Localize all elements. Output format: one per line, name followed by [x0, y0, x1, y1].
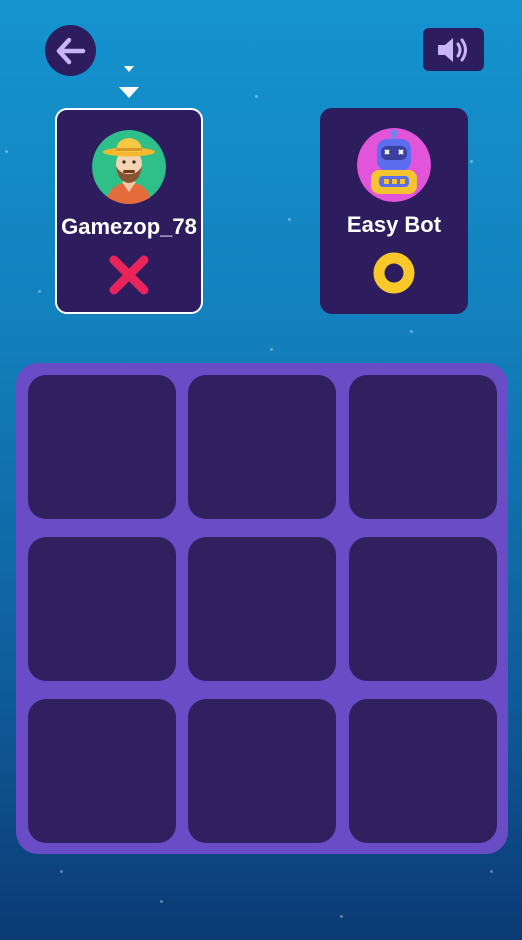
x-mark-icon [106, 252, 152, 298]
player-name: Gamezop_78 [61, 214, 197, 239]
board-cell-r2c1[interactable] [28, 537, 176, 681]
game-board [16, 363, 508, 854]
board-cell-r2c3[interactable] [349, 537, 497, 681]
o-ring-icon [371, 250, 417, 296]
sound-toggle-button[interactable] [423, 28, 484, 71]
player-card-easy-bot: Easy Bot [320, 108, 468, 314]
arrow-left-icon [56, 37, 85, 64]
turn-indicator [117, 64, 141, 100]
farmer-avatar [92, 130, 166, 204]
back-button[interactable] [45, 25, 96, 76]
board-cell-r1c1[interactable] [28, 375, 176, 519]
board-cell-r3c1[interactable] [28, 699, 176, 843]
board-cell-r3c3[interactable] [349, 699, 497, 843]
board-cell-r1c2[interactable] [188, 375, 336, 519]
chevron-down-icon [119, 66, 139, 98]
player-card-gamezop: Gamezop_78 [55, 108, 203, 314]
board-cell-r1c3[interactable] [349, 375, 497, 519]
player-name: Easy Bot [346, 212, 442, 237]
robot-avatar [357, 128, 431, 202]
board-cell-r2c2[interactable] [188, 537, 336, 681]
speaker-volume-icon [437, 37, 467, 62]
board-cell-r3c2[interactable] [188, 699, 336, 843]
